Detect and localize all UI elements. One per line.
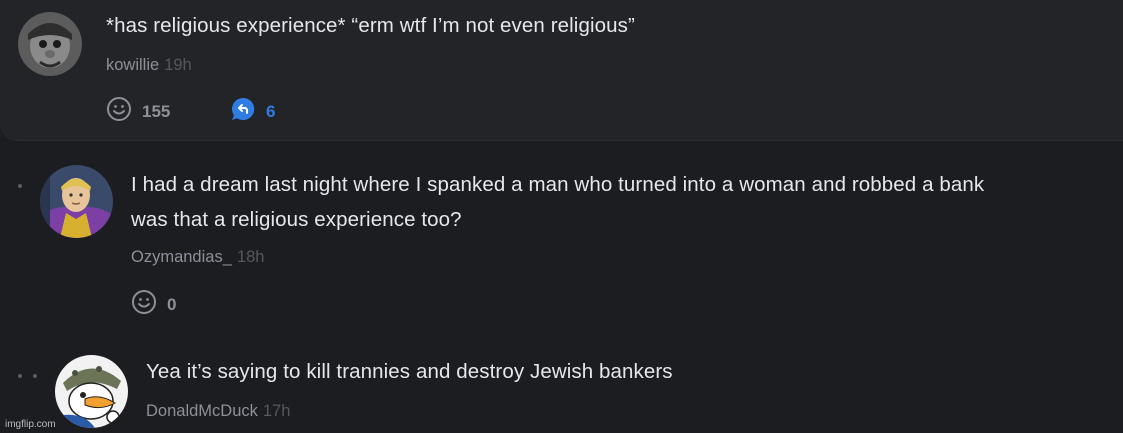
- comment-time: 19h: [164, 56, 192, 74]
- comment-username[interactable]: kowillie: [106, 56, 159, 74]
- comment-time: 17h: [262, 402, 291, 420]
- like-count: 155: [142, 101, 171, 121]
- like-count: 0: [167, 294, 177, 314]
- thread-dot: [18, 184, 22, 188]
- comment-meta: kowillie 19h: [106, 56, 192, 75]
- reply-arrow-icon: [230, 96, 256, 127]
- reply-count: 6: [266, 101, 276, 121]
- avatar[interactable]: [18, 12, 82, 76]
- comment-time: 18h: [236, 248, 265, 266]
- thread-dot: [18, 374, 22, 378]
- comment-meta: Ozymandias_ 18h: [131, 248, 264, 267]
- watermark: imgflip.com: [5, 419, 56, 430]
- smiley-icon: [106, 96, 132, 127]
- comment-text-line-2: was that a religious experience too?: [131, 208, 462, 231]
- thread-dot: [33, 374, 37, 378]
- avatar[interactable]: [55, 355, 128, 428]
- replies-button[interactable]: 6: [230, 96, 275, 127]
- avatar[interactable]: [40, 165, 113, 238]
- like-button[interactable]: 155: [106, 96, 170, 127]
- comment-text-line-1: I had a dream last night where I spanked…: [131, 173, 985, 196]
- like-button[interactable]: 0: [131, 289, 176, 320]
- comment-username[interactable]: Ozymandias_: [131, 248, 232, 266]
- smiley-icon: [131, 289, 157, 320]
- comment-meta: DonaldMcDuck 17h: [146, 402, 290, 421]
- comment-username[interactable]: DonaldMcDuck: [146, 402, 258, 420]
- comment-text: *has religious experience* “erm wtf I’m …: [106, 14, 635, 37]
- comment-text: Yea it’s saying to kill trannies and des…: [146, 360, 673, 383]
